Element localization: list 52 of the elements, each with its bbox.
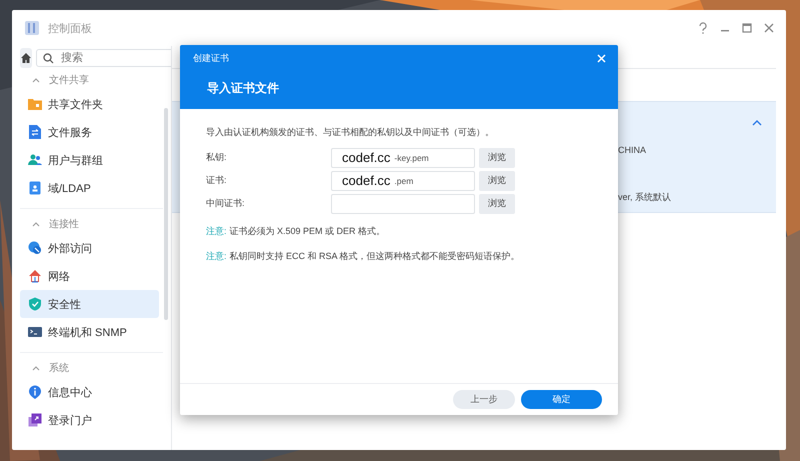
note-label: 注意: (206, 225, 227, 238)
browse-button[interactable]: 浏览 (479, 148, 515, 168)
confirm-button[interactable]: 确定 (521, 390, 602, 409)
browse-button[interactable]: 浏览 (479, 170, 515, 190)
window-title: 控制面板 (48, 22, 92, 36)
app-icon (24, 20, 40, 36)
terminal-icon (28, 325, 42, 339)
file-transfer-icon (28, 125, 42, 139)
file-field[interactable] (331, 194, 475, 214)
sidebar-item[interactable]: 域/LDAP (20, 174, 159, 202)
field-label: 中间证书: (206, 197, 246, 210)
sidebar-item[interactable]: 用户与群组 (20, 146, 159, 174)
info-icon (28, 385, 42, 399)
home-icon (20, 52, 32, 64)
note-text: 私钥同时支持 ECC 和 RSA 格式，但这两种格式都不能受密码短语保护。 (230, 250, 520, 263)
shield-icon (28, 297, 42, 311)
panel-text: CHINA (618, 145, 646, 155)
sidebar-item[interactable]: 登录门户 (20, 406, 159, 434)
section-header[interactable]: 文件共享 (20, 70, 163, 90)
sidebar-item[interactable]: 共享文件夹 (20, 90, 159, 118)
users-icon (28, 153, 42, 167)
field-label: 证书: (206, 174, 228, 187)
help-icon[interactable] (698, 22, 708, 34)
section-header[interactable]: 连接性 (20, 214, 163, 234)
file-field[interactable]: codef.cc .pem (331, 170, 475, 190)
note-label: 注意: (206, 250, 227, 263)
section-header[interactable]: 系统 (20, 358, 163, 378)
sidebar-item[interactable]: 终端机和 SNMP (20, 318, 159, 346)
search-icon (43, 53, 54, 64)
dialog-heading: 导入证书文件 (206, 80, 280, 97)
close-icon[interactable] (764, 23, 774, 33)
sidebar-item[interactable]: 文件服务 (20, 118, 159, 146)
note-text: 证书必须为 X.509 PEM 或 DER 格式。 (230, 225, 386, 238)
home-button[interactable] (20, 48, 32, 68)
field-label: 私钥: (206, 151, 228, 164)
browse-button[interactable]: 浏览 (479, 194, 515, 214)
search-field[interactable]: 搜索 (36, 49, 171, 67)
back-button[interactable]: 上一步 (453, 390, 515, 409)
sidebar-item[interactable]: 信息中心 (20, 378, 159, 406)
file-field[interactable]: codef.cc -key.pem (331, 148, 475, 168)
sidebar-item[interactable]: 外部访问 (20, 234, 159, 262)
panel-text: ver, 系统默认 (618, 191, 672, 204)
dialog-title: 创建证书 (193, 52, 229, 64)
description-text: 导入由认证机构颁发的证书、与证书相配的私钥以及中间证书（可选）。 (206, 126, 495, 139)
maximize-icon[interactable] (742, 23, 752, 33)
caret-icon[interactable] (752, 120, 762, 126)
folder-icon (28, 97, 42, 111)
sidebar-item[interactable]: 网络 (20, 262, 159, 290)
house-icon (28, 269, 42, 283)
contact-card-icon (28, 181, 42, 195)
portal-icon (28, 413, 42, 427)
sidebar-item[interactable]: 安全性 (20, 290, 159, 318)
